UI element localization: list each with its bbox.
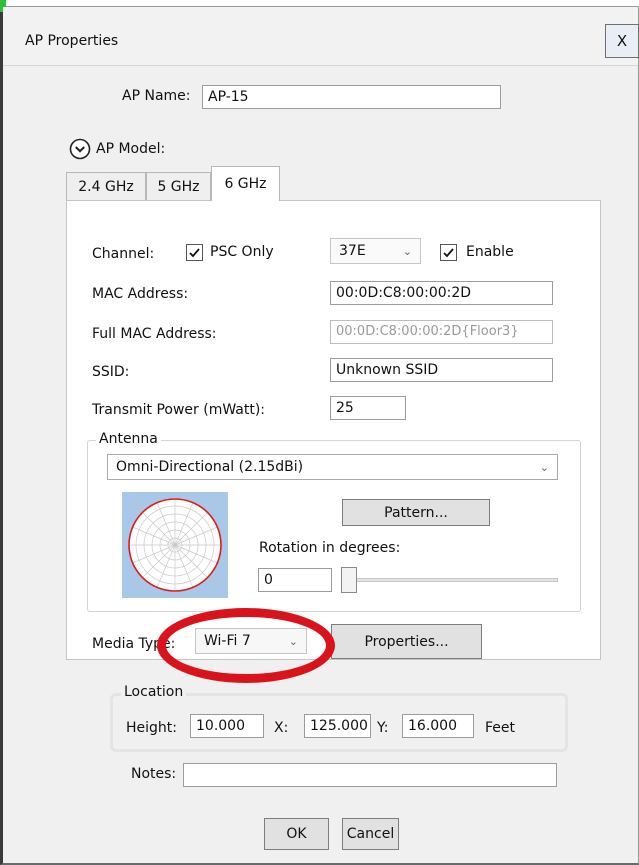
rotation-input[interactable]: 0 [258, 568, 332, 592]
ssid-label: SSID: [92, 364, 130, 380]
media-type-select[interactable]: Wi-Fi 7 ⌄ [195, 628, 307, 654]
rotation-slider-track[interactable] [343, 578, 558, 582]
transmit-power-value: 25 [336, 400, 354, 416]
y-label: Y: [377, 720, 389, 736]
rotation-label: Rotation in degrees: [259, 540, 401, 556]
tab-5-ghz[interactable]: 5 GHz [146, 172, 211, 200]
mac-address-value: 00:0D:C8:00:00:2D [336, 285, 472, 301]
channel-select[interactable]: 37E ⌄ [330, 238, 421, 264]
full-mac-address-label: Full MAC Address: [92, 326, 217, 342]
chevron-down-icon: ⌄ [539, 461, 549, 474]
ssid-value: Unknown SSID [336, 362, 439, 378]
transmit-power-input[interactable]: 25 [330, 396, 406, 420]
rotation-slider-thumb[interactable] [341, 567, 357, 593]
channel-label: Channel: [92, 246, 155, 262]
psc-only-checkbox[interactable] [186, 244, 203, 261]
media-type-label: Media Type: [92, 636, 176, 652]
pattern-button[interactable]: Pattern... [342, 499, 490, 526]
title-bar: AP Properties [3, 7, 638, 66]
close-label: X [616, 32, 628, 50]
media-properties-button[interactable]: Properties... [331, 624, 482, 659]
ap-name-value: AP-15 [208, 89, 249, 105]
window-title: AP Properties [25, 33, 119, 49]
checkmark-icon [443, 248, 454, 258]
antenna-type-select[interactable]: Omni-Directional (2.15dBi) ⌄ [107, 454, 558, 480]
media-type-value: Wi-Fi 7 [204, 633, 251, 649]
ap-model-expand-icon[interactable] [69, 138, 91, 160]
tab-6-ghz-label: 6 GHz [224, 176, 267, 192]
y-input[interactable]: 16.000 [402, 714, 474, 738]
channel-value: 37E [339, 243, 366, 259]
tab-2-4-ghz-label: 2.4 GHz [78, 178, 134, 195]
cancel-button-label: Cancel [346, 826, 395, 842]
location-group-title: Location [121, 684, 187, 700]
notes-input[interactable] [183, 763, 557, 787]
height-label: Height: [126, 720, 177, 736]
mac-address-label: MAC Address: [92, 286, 189, 302]
ok-button-label: OK [286, 826, 307, 842]
media-properties-label: Properties... [364, 633, 449, 650]
mac-address-input[interactable]: 00:0D:C8:00:00:2D [330, 281, 553, 305]
notes-label: Notes: [131, 766, 177, 782]
full-mac-address-input: 00:0D:C8:00:00:2D{Floor3} [330, 320, 553, 344]
checkmark-icon [189, 248, 200, 258]
chevron-down-icon: ⌄ [288, 635, 298, 648]
pattern-button-label: Pattern... [384, 504, 448, 521]
units-label: Feet [485, 720, 516, 736]
psc-only-label: PSC Only [210, 244, 274, 260]
antenna-pattern-image [122, 492, 228, 598]
full-mac-address-value: 00:0D:C8:00:00:2D{Floor3} [336, 324, 519, 339]
antenna-type-value: Omni-Directional (2.15dBi) [116, 459, 304, 475]
ssid-input[interactable]: Unknown SSID [330, 358, 553, 382]
x-input[interactable]: 125.000 [304, 714, 371, 738]
height-input[interactable]: 10.000 [190, 714, 264, 738]
tab-2-4-ghz[interactable]: 2.4 GHz [66, 172, 146, 200]
ap-name-label: AP Name: [122, 88, 191, 104]
height-value: 10.000 [196, 718, 245, 734]
enable-checkbox[interactable] [440, 244, 457, 261]
ap-name-input[interactable]: AP-15 [202, 85, 501, 109]
cancel-button[interactable]: Cancel [342, 818, 399, 850]
x-value: 125.000 [310, 718, 368, 734]
tab-6-ghz[interactable]: 6 GHz [211, 166, 280, 201]
transmit-power-label: Transmit Power (mWatt): [92, 402, 266, 418]
tab-5-ghz-label: 5 GHz [157, 178, 200, 195]
ok-button[interactable]: OK [264, 818, 329, 850]
ap-model-label: AP Model: [96, 141, 166, 157]
chevron-down-icon: ⌄ [402, 245, 412, 258]
antenna-group-title: Antenna [96, 431, 161, 447]
y-value: 16.000 [408, 718, 457, 734]
enable-label: Enable [466, 244, 514, 260]
close-button[interactable]: X [605, 24, 639, 58]
rotation-value: 0 [264, 572, 273, 588]
x-label: X: [274, 720, 289, 736]
